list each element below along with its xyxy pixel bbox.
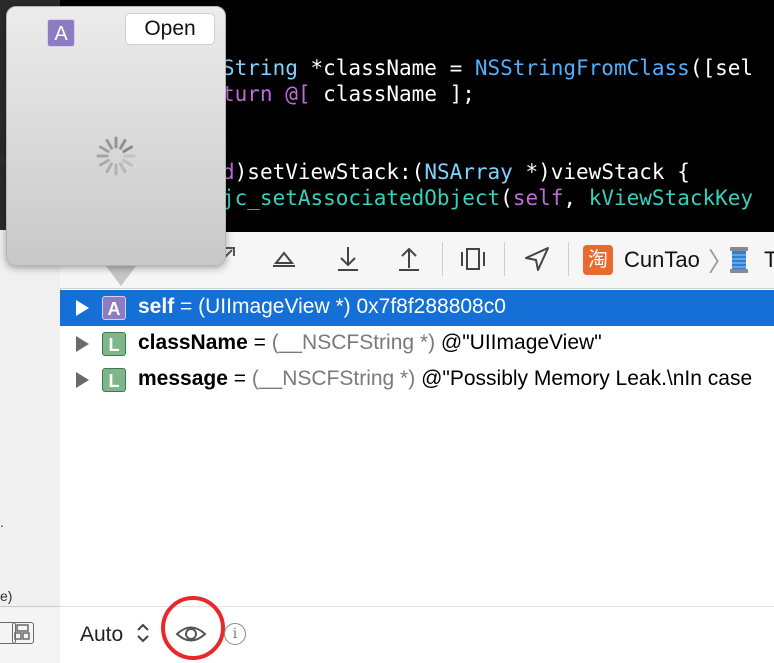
variable-name: self	[138, 295, 175, 318]
variable-value: @"UIImageView"	[435, 331, 602, 354]
variable-equals: =	[227, 367, 252, 390]
variable-kind-badge: L	[102, 332, 126, 356]
variable-type: (__NSCFString *)	[251, 367, 416, 390]
variable-row-self[interactable]: Aself = (UIImageView *) 0x7f8f288808c0	[60, 290, 774, 326]
variable-description: self = (UIImageView *) 0x7f8f288808c0	[138, 295, 506, 319]
code-line[interactable]: String *className = NSStringFromClass([s…	[222, 56, 753, 80]
toolbar-separator	[442, 242, 443, 276]
toolbar-separator	[504, 242, 505, 276]
variables-view: Aself = (UIImageView *) 0x7f8f288808c0 Lc…	[60, 290, 774, 606]
variable-name: message	[138, 367, 228, 390]
highlight-circle	[161, 596, 225, 660]
quick-look-popover: A Open	[6, 6, 226, 266]
variable-name: className	[138, 331, 248, 354]
disclosure-triangle-icon[interactable]	[76, 372, 89, 388]
variables-bottom-bar: Auto i	[60, 596, 774, 663]
loading-spinner-icon	[96, 136, 136, 176]
layout-icon	[14, 624, 30, 640]
select-chevron-icon	[136, 622, 150, 644]
disclosure-triangle-icon[interactable]	[76, 336, 89, 352]
code-token: (	[500, 186, 513, 210]
navigator-bottom-bar	[0, 606, 60, 663]
toolbar-separator	[568, 242, 569, 276]
code-line[interactable]: turn @[ className ];	[222, 82, 475, 106]
object-type-badge: A	[47, 19, 75, 47]
code-token: ([sel	[689, 56, 754, 80]
code-token: *className =	[297, 56, 475, 80]
disclosure-triangle-icon[interactable]	[76, 300, 89, 316]
code-token: NSStringFromClass	[474, 56, 690, 80]
variable-description: message = (__NSCFString *) @"Possibly Me…	[138, 367, 752, 391]
navigator-fragment-3: e)	[0, 588, 13, 604]
variable-kind-badge: A	[102, 296, 126, 320]
variable-type: (__NSCFString *)	[271, 331, 436, 354]
code-token: NSArray	[424, 160, 513, 184]
code-line[interactable]: d)setViewStack:(NSArray *)viewStack {	[222, 160, 690, 184]
variable-row-className[interactable]: LclassName = (__NSCFString *) @"UIImageV…	[60, 326, 774, 362]
step-over-arrow-icon[interactable]	[269, 244, 299, 274]
variable-kind-badge: L	[102, 368, 126, 392]
variable-value: 0x7f8f288808c0	[350, 295, 506, 318]
layout-toggle-button[interactable]	[12, 622, 34, 644]
open-button[interactable]: Open	[125, 13, 215, 45]
view-hierarchy-icon[interactable]	[458, 244, 488, 274]
code-line[interactable]: jc_setAssociatedObject(self, kViewStackK…	[222, 186, 753, 210]
navigator-fragment-2: .	[0, 514, 4, 530]
code-token: kViewStackKey	[588, 186, 754, 210]
variable-description: className = (__NSCFString *) @"UIImageVi…	[138, 331, 602, 355]
code-token: @[	[285, 82, 311, 106]
step-out-icon[interactable]	[394, 244, 424, 274]
thread-spool-icon[interactable]	[728, 245, 750, 275]
variable-type: (UIImageView *)	[198, 295, 351, 318]
variables-scope-select[interactable]: Auto	[80, 623, 123, 647]
code-token: self	[512, 186, 564, 210]
breadcrumb-thread-label[interactable]: T	[764, 247, 774, 273]
step-into-icon[interactable]	[333, 244, 363, 274]
variable-equals: =	[247, 331, 272, 354]
code-token: ,	[563, 186, 589, 210]
code-token: className ];	[310, 82, 475, 106]
code-token: *)viewStack {	[512, 160, 690, 184]
location-icon[interactable]	[522, 244, 552, 274]
code-token: turn	[222, 82, 273, 106]
code-token: String	[222, 56, 298, 80]
code-token: )setViewStack:(	[234, 160, 425, 184]
variable-row-message[interactable]: Lmessage = (__NSCFString *) @"Possibly M…	[60, 362, 774, 398]
variable-equals: =	[174, 295, 199, 318]
breadcrumb-app-label[interactable]: CunTao	[624, 247, 700, 273]
code-token: jc_setAssociatedObject	[222, 186, 501, 210]
app-icon[interactable]: 淘	[583, 245, 613, 275]
variable-value: @"Possibly Memory Leak.\nIn case	[415, 367, 753, 390]
info-icon[interactable]: i	[224, 623, 246, 645]
